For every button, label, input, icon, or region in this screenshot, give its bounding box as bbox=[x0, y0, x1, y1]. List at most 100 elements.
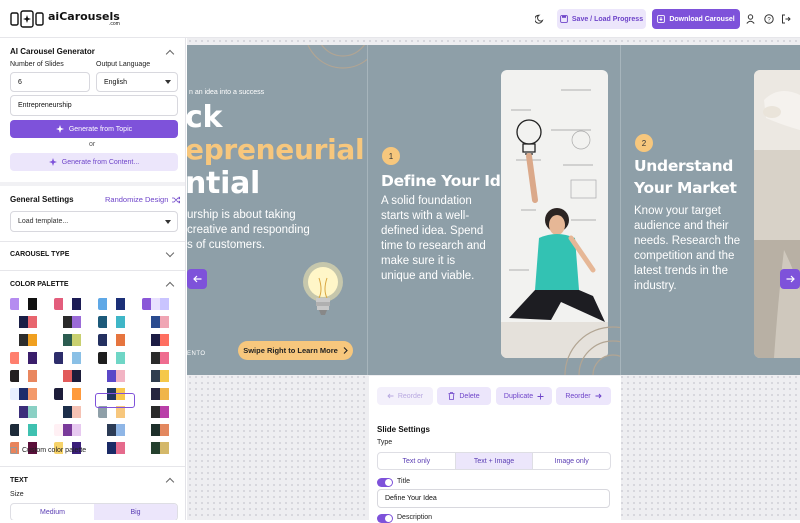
swatch-color bbox=[151, 352, 160, 364]
save-load-progress-button[interactable]: Save / Load Progress bbox=[557, 9, 646, 29]
palette-swatch[interactable] bbox=[142, 298, 178, 310]
collapse-chevron-icon[interactable] bbox=[165, 49, 175, 59]
slide-1[interactable]: 1 Define Your Idea A solid foundation st… bbox=[368, 45, 620, 375]
sidebar: AI Carousel Generator Number of Slides O… bbox=[0, 38, 186, 520]
swatch-color bbox=[160, 442, 169, 454]
swatch-color bbox=[107, 370, 116, 382]
palette-swatch[interactable] bbox=[54, 352, 90, 364]
palette-swatch[interactable] bbox=[98, 442, 134, 454]
collapse-chevron-icon[interactable] bbox=[165, 281, 175, 291]
duplicate-slide-button[interactable]: Duplicate bbox=[496, 387, 552, 405]
palette-swatch[interactable] bbox=[54, 370, 90, 382]
palette-swatch[interactable] bbox=[142, 334, 178, 346]
logo[interactable]: aiCarousels .com bbox=[10, 10, 120, 28]
randomize-design-button[interactable]: Randomize Design bbox=[105, 195, 181, 204]
reorder-left-button[interactable]: Reorder bbox=[377, 387, 433, 405]
description-toggle-switch[interactable] bbox=[377, 514, 393, 523]
collapse-chevron-icon[interactable] bbox=[165, 477, 175, 487]
next-slide-arrow[interactable] bbox=[780, 269, 800, 289]
custom-palette-checkbox[interactable] bbox=[10, 447, 17, 454]
slide-2[interactable]: 2 Understand Your Market Know your targe… bbox=[621, 45, 800, 375]
swatch-color bbox=[98, 388, 107, 400]
swatch-color bbox=[81, 298, 90, 310]
palette-swatch[interactable] bbox=[10, 334, 46, 346]
swatch-color bbox=[54, 334, 63, 346]
output-language-select[interactable]: English bbox=[96, 72, 178, 92]
slide-1-body-line-1: A solid foundation bbox=[381, 195, 472, 207]
palette-swatch[interactable] bbox=[10, 370, 46, 382]
palette-swatch[interactable] bbox=[54, 388, 90, 400]
swatch-color bbox=[37, 334, 46, 346]
swatch-color bbox=[169, 298, 178, 310]
slide-title-input[interactable]: Define Your Idea bbox=[377, 489, 610, 508]
swatch-color bbox=[10, 388, 19, 400]
palette-swatch[interactable] bbox=[142, 316, 178, 328]
number-of-slides-input[interactable]: 6 bbox=[10, 72, 90, 92]
swatch-color bbox=[169, 442, 178, 454]
type-text-image-option[interactable]: Text + Image bbox=[454, 453, 534, 469]
swatch-color bbox=[63, 406, 72, 418]
palette-swatch[interactable] bbox=[54, 424, 90, 436]
palette-swatch[interactable] bbox=[98, 334, 134, 346]
palette-swatch[interactable] bbox=[54, 316, 90, 328]
topic-input[interactable]: Entrepreneurship bbox=[10, 95, 178, 116]
slide-intro[interactable]: n an idea into a success ck epreneurial … bbox=[187, 45, 367, 375]
palette-swatch[interactable] bbox=[98, 352, 134, 364]
palette-row bbox=[10, 298, 178, 310]
swatch-color bbox=[116, 298, 125, 310]
palette-swatch[interactable] bbox=[10, 406, 46, 418]
palette-swatch[interactable] bbox=[142, 406, 178, 418]
swatch-color bbox=[37, 406, 46, 418]
palette-swatch[interactable] bbox=[10, 316, 46, 328]
dark-mode-moon-icon[interactable] bbox=[535, 14, 545, 24]
size-medium-option[interactable]: Medium bbox=[11, 504, 94, 520]
palette-swatch[interactable] bbox=[10, 388, 46, 400]
palette-swatch[interactable] bbox=[98, 316, 134, 328]
swatch-color bbox=[125, 442, 134, 454]
swatch-color bbox=[28, 388, 37, 400]
logout-icon[interactable] bbox=[781, 14, 791, 24]
help-icon[interactable]: ? bbox=[764, 14, 774, 24]
palette-swatch[interactable] bbox=[98, 424, 134, 436]
palette-swatch[interactable] bbox=[98, 298, 134, 310]
delete-slide-button[interactable]: Delete bbox=[437, 387, 491, 405]
palette-swatch[interactable] bbox=[54, 406, 90, 418]
slide-2-number-badge: 2 bbox=[635, 134, 653, 152]
swatch-color bbox=[160, 316, 169, 328]
load-template-select[interactable]: Load template... bbox=[10, 211, 178, 232]
expand-chevron-icon[interactable] bbox=[165, 248, 175, 258]
swatch-color bbox=[169, 334, 178, 346]
swipe-right-cta-button[interactable]: Swipe Right to Learn More bbox=[238, 341, 353, 360]
palette-swatch[interactable] bbox=[98, 406, 134, 418]
reorder-right-button[interactable]: Reorder bbox=[556, 387, 611, 405]
palette-swatch[interactable] bbox=[10, 352, 46, 364]
custom-color-palette-option[interactable]: Custom color palette bbox=[10, 447, 86, 454]
generate-from-content-button[interactable]: Generate from Content... bbox=[10, 153, 178, 171]
size-big-option[interactable]: Big bbox=[94, 504, 177, 520]
type-text-only-option[interactable]: Text only bbox=[378, 453, 455, 469]
palette-swatch[interactable] bbox=[10, 298, 46, 310]
swatch-color bbox=[169, 424, 178, 436]
swatch-color bbox=[19, 298, 28, 310]
palette-swatch[interactable] bbox=[142, 352, 178, 364]
palette-swatch[interactable] bbox=[142, 442, 178, 454]
slide-intro-heading-line-1: ck bbox=[187, 100, 223, 135]
type-image-only-option[interactable]: Image only bbox=[533, 453, 610, 469]
palette-swatch[interactable] bbox=[10, 424, 46, 436]
palette-swatch[interactable] bbox=[98, 388, 134, 400]
palette-swatch[interactable] bbox=[142, 424, 178, 436]
palette-swatch[interactable] bbox=[98, 370, 134, 382]
save-load-progress-label: Save / Load Progress bbox=[571, 15, 644, 23]
slide-intro-heading-line-3: ntial bbox=[187, 166, 261, 201]
user-icon[interactable] bbox=[746, 14, 755, 24]
swatch-color bbox=[160, 334, 169, 346]
palette-swatch[interactable] bbox=[54, 298, 90, 310]
prev-slide-arrow[interactable] bbox=[187, 269, 207, 289]
download-carousel-button[interactable]: Download Carousel bbox=[652, 9, 740, 29]
palette-swatch[interactable] bbox=[142, 370, 178, 382]
palette-swatch[interactable] bbox=[142, 388, 178, 400]
slide-1-number-badge: 1 bbox=[382, 147, 400, 165]
title-toggle-switch[interactable] bbox=[377, 478, 393, 487]
palette-swatch[interactable] bbox=[54, 334, 90, 346]
generate-from-topic-button[interactable]: Generate from Topic bbox=[10, 120, 178, 138]
